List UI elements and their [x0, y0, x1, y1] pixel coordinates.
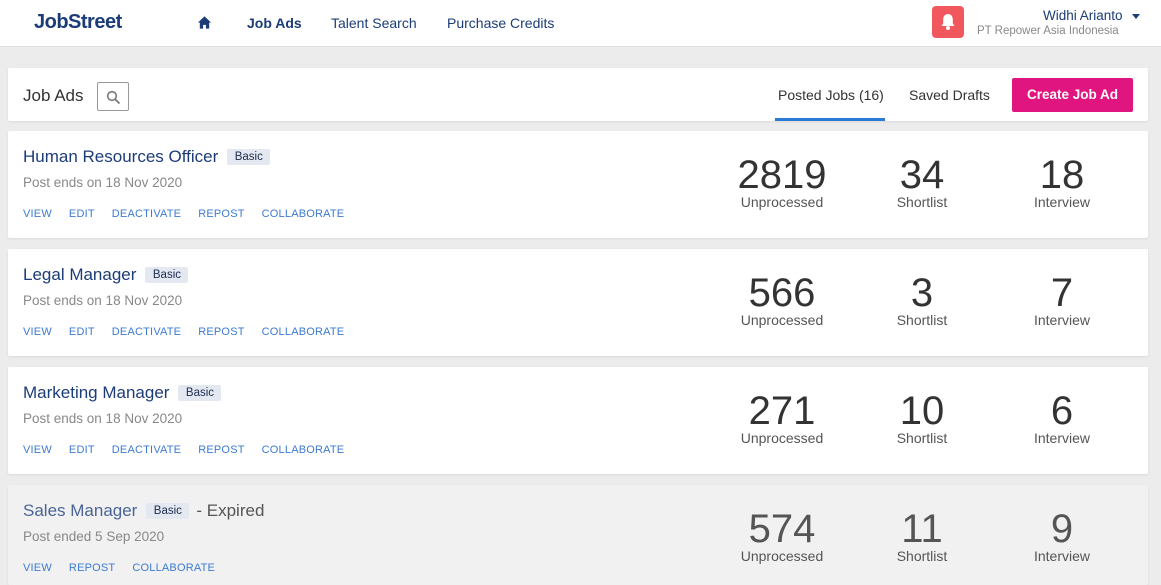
interview-count: 18 — [1039, 153, 1085, 197]
chevron-down-icon[interactable] — [1132, 14, 1140, 19]
edit-link[interactable]: EDIT — [69, 208, 95, 220]
company-name: PT Repower Asia Indonesia — [977, 25, 1119, 37]
interview-stat[interactable]: 18 Interview — [1012, 153, 1112, 210]
collaborate-link[interactable]: COLLABORATE — [262, 208, 345, 220]
nav-job-ads[interactable]: Job Ads — [247, 15, 302, 31]
post-end-date: Post ends on 18 Nov 2020 — [23, 411, 183, 426]
job-ads-header: Job Ads Posted Jobs (16) Saved Drafts Cr… — [8, 68, 1148, 121]
job-card: Legal Manager Basic Post ends on 18 Nov … — [8, 249, 1148, 356]
view-link[interactable]: VIEW — [23, 208, 52, 220]
view-link[interactable]: VIEW — [23, 326, 52, 338]
job-actions: VIEW EDIT DEACTIVATE REPOST COLLABORATE — [23, 322, 361, 340]
bell-icon — [941, 14, 955, 30]
search-button[interactable] — [97, 82, 129, 111]
unprocessed-count: 566 — [748, 271, 816, 315]
shortlist-count: 10 — [899, 389, 945, 433]
deactivate-link[interactable]: DEACTIVATE — [112, 326, 181, 338]
shortlist-label: Shortlist — [896, 548, 948, 564]
shortlist-label: Shortlist — [896, 194, 948, 210]
job-actions: VIEW REPOST COLLABORATE — [23, 558, 232, 576]
view-link[interactable]: VIEW — [23, 562, 52, 574]
deactivate-link[interactable]: DEACTIVATE — [112, 444, 181, 456]
job-title-row: Human Resources Officer Basic — [23, 147, 270, 167]
interview-stat[interactable]: 6 Interview — [1012, 389, 1112, 446]
job-title[interactable]: Legal Manager — [23, 265, 136, 284]
job-title-row: Legal Manager Basic — [23, 265, 188, 285]
edit-link[interactable]: EDIT — [69, 444, 95, 456]
interview-stat[interactable]: 7 Interview — [1012, 271, 1112, 328]
job-title[interactable]: Marketing Manager — [23, 383, 169, 402]
unprocessed-stat[interactable]: 574 Unprocessed — [722, 507, 842, 564]
shortlist-label: Shortlist — [896, 312, 948, 328]
job-title[interactable]: Human Resources Officer — [23, 147, 218, 166]
create-job-ad-button[interactable]: Create Job Ad — [1012, 78, 1133, 112]
plan-badge: Basic — [145, 503, 189, 519]
interview-label: Interview — [1033, 430, 1091, 446]
interview-count: 9 — [1050, 507, 1074, 551]
deactivate-link[interactable]: DEACTIVATE — [112, 208, 181, 220]
view-link[interactable]: VIEW — [23, 444, 52, 456]
nav-purchase-credits[interactable]: Purchase Credits — [447, 15, 554, 31]
user-name[interactable]: Widhi Arianto — [1043, 8, 1123, 23]
job-card-expired: Sales Manager Basic - Expired Post ended… — [8, 485, 1148, 585]
job-actions: VIEW EDIT DEACTIVATE REPOST COLLABORATE — [23, 440, 361, 458]
shortlist-label: Shortlist — [896, 430, 948, 446]
shortlist-count: 11 — [901, 507, 943, 551]
page-title: Job Ads — [23, 86, 84, 105]
interview-label: Interview — [1033, 312, 1091, 328]
job-title-row: Marketing Manager Basic — [23, 383, 222, 403]
shortlist-stat[interactable]: 3 Shortlist — [872, 271, 972, 328]
unprocessed-label: Unprocessed — [740, 548, 824, 564]
unprocessed-stat[interactable]: 2819 Unprocessed — [722, 153, 842, 210]
unprocessed-stat[interactable]: 271 Unprocessed — [722, 389, 842, 446]
unprocessed-count: 271 — [748, 389, 816, 433]
job-card: Marketing Manager Basic Post ends on 18 … — [8, 367, 1148, 474]
collaborate-link[interactable]: COLLABORATE — [132, 562, 215, 574]
job-actions: VIEW EDIT DEACTIVATE REPOST COLLABORATE — [23, 204, 361, 222]
active-tab-indicator — [775, 118, 885, 121]
interview-count: 7 — [1050, 271, 1074, 315]
tab-posted-jobs[interactable]: Posted Jobs (16) — [778, 87, 884, 103]
home-icon[interactable] — [197, 15, 212, 30]
interview-stat[interactable]: 9 Interview — [1012, 507, 1112, 564]
plan-badge: Basic — [226, 149, 270, 165]
plan-badge: Basic — [177, 385, 222, 401]
collaborate-link[interactable]: COLLABORATE — [262, 444, 345, 456]
expired-status: - Expired — [196, 501, 265, 520]
interview-label: Interview — [1033, 194, 1091, 210]
top-navbar: JobStreet Job Ads Talent Search Purchase… — [0, 0, 1161, 47]
interview-count: 6 — [1050, 389, 1074, 433]
plan-badge: Basic — [144, 267, 188, 283]
shortlist-stat[interactable]: 34 Shortlist — [872, 153, 972, 210]
nav-talent-search[interactable]: Talent Search — [331, 15, 417, 31]
unprocessed-count: 574 — [748, 507, 816, 551]
job-title-row: Sales Manager Basic - Expired — [23, 501, 264, 521]
unprocessed-label: Unprocessed — [740, 430, 824, 446]
interview-label: Interview — [1033, 548, 1091, 564]
edit-link[interactable]: EDIT — [69, 326, 95, 338]
shortlist-count: 34 — [899, 153, 945, 197]
post-end-date: Post ended 5 Sep 2020 — [23, 529, 165, 544]
job-title[interactable]: Sales Manager — [23, 501, 137, 520]
post-end-date: Post ends on 18 Nov 2020 — [23, 293, 183, 308]
tab-saved-drafts[interactable]: Saved Drafts — [909, 87, 990, 103]
repost-link[interactable]: REPOST — [198, 208, 244, 220]
shortlist-stat[interactable]: 11 Shortlist — [872, 507, 972, 564]
collaborate-link[interactable]: COLLABORATE — [262, 326, 345, 338]
repost-link[interactable]: REPOST — [198, 444, 244, 456]
jobstreet-logo[interactable]: JobStreet — [34, 11, 122, 34]
post-end-date: Post ends on 18 Nov 2020 — [23, 175, 183, 190]
shortlist-count: 3 — [910, 271, 934, 315]
unprocessed-count: 2819 — [737, 153, 827, 197]
unprocessed-label: Unprocessed — [740, 312, 824, 328]
repost-link[interactable]: REPOST — [198, 326, 244, 338]
job-card: Human Resources Officer Basic Post ends … — [8, 131, 1148, 238]
unprocessed-stat[interactable]: 566 Unprocessed — [722, 271, 842, 328]
notification-button[interactable] — [932, 6, 964, 38]
search-icon — [106, 90, 121, 105]
shortlist-stat[interactable]: 10 Shortlist — [872, 389, 972, 446]
repost-link[interactable]: REPOST — [69, 562, 115, 574]
